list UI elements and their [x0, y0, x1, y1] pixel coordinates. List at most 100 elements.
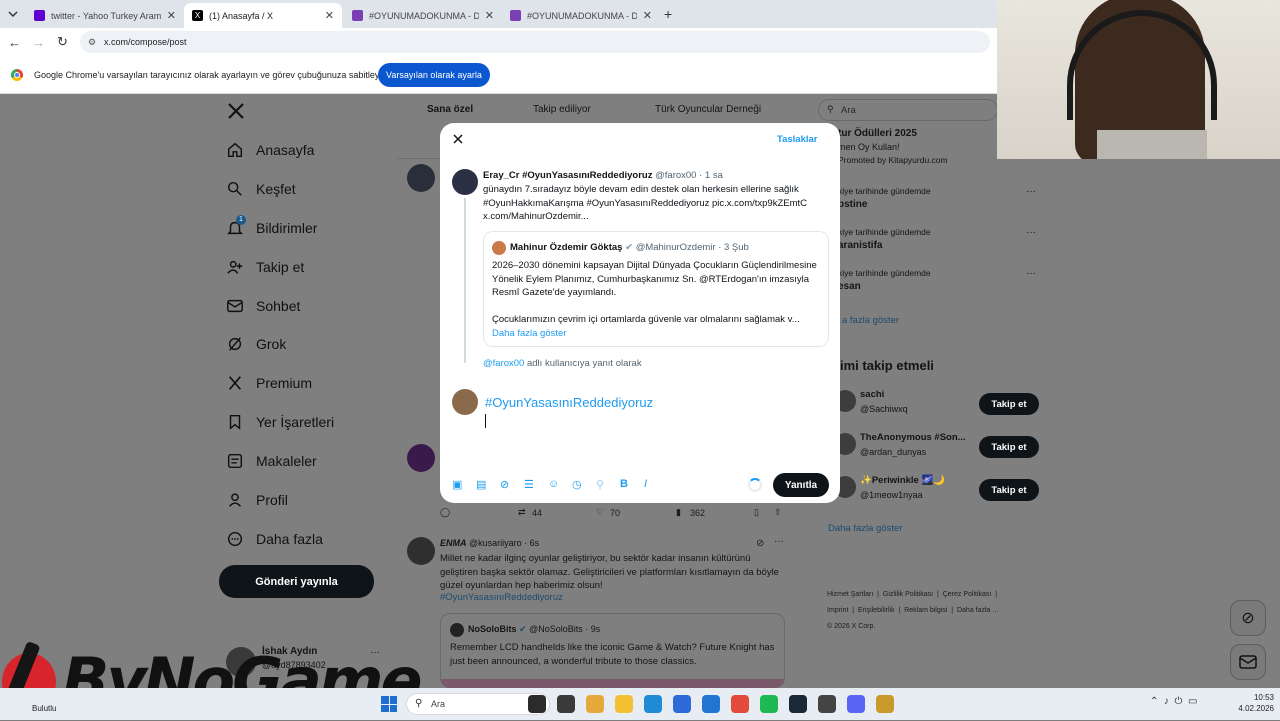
close-icon[interactable] — [452, 133, 464, 145]
sidebar-item-4[interactable]: Sohbet — [226, 292, 300, 320]
more-icon[interactable]: ··· — [1026, 227, 1036, 238]
x-logo-icon[interactable] — [226, 101, 246, 121]
more-icon — [226, 530, 244, 548]
close-tab-icon[interactable]: ✕ — [167, 9, 176, 22]
show-more-link[interactable]: Daha fazla göster — [492, 328, 566, 339]
follow-button[interactable]: Takip et — [979, 479, 1039, 501]
reply-button[interactable]: Yanıtla — [773, 473, 829, 497]
sidebar-item-3[interactable]: Takip et — [226, 253, 304, 281]
search-input[interactable]: ⚲ Ara — [818, 99, 998, 121]
post-button[interactable]: Gönderi yayınla — [219, 565, 374, 598]
tab-oyunumadokunma-2[interactable]: #OYUNUMADOKUNMA - Dijital Ödeme ✕ — [502, 3, 660, 28]
follow-suggestion[interactable]: TheAnonymous #Son... @ardan_dunyas Takip e… — [834, 432, 1044, 464]
bookmark-icon[interactable]: ▯ — [754, 507, 759, 518]
messages-float-button[interactable] — [1230, 644, 1266, 680]
tab-for-you[interactable]: Sana özel — [427, 104, 473, 115]
post-hashtag[interactable]: #OyunYasasınıReddediyoruz — [440, 592, 563, 603]
italic-icon[interactable]: I — [644, 478, 647, 490]
tab-yahoo[interactable]: twitter - Yahoo Turkey Arama Sonuçları ✕ — [26, 3, 184, 28]
sidebar-item-2[interactable]: Bildirimler 1 — [226, 214, 317, 242]
footer-link[interactable]: Gizlilik Politikası — [883, 591, 933, 598]
address-bar[interactable]: ⚙ x.com/compose/post — [80, 31, 990, 53]
follow-suggestion[interactable]: sachi @Sachiwxq Takip et — [834, 389, 1044, 421]
store-icon[interactable] — [673, 695, 691, 713]
trend-item[interactable]: tur Ödülleri 2025 men Oy Kullan! Promote… — [838, 128, 998, 165]
reload-icon[interactable]: ↻ — [57, 34, 68, 50]
footer-link[interactable]: Daha fazla ... — [957, 607, 998, 614]
edge-icon[interactable] — [644, 695, 662, 713]
sidebar-item-10[interactable]: Daha fazla — [226, 525, 323, 553]
sidebar-item-7[interactable]: Yer İşaretleri — [226, 408, 334, 436]
footer-link[interactable]: Çerez Politikası — [943, 591, 992, 598]
bold-icon[interactable]: B — [620, 478, 628, 490]
clock[interactable]: 10:53 4.02.2026 — [1228, 692, 1274, 714]
tab-search-button[interactable] — [6, 7, 20, 21]
chrome-icon[interactable] — [731, 695, 749, 713]
discord-icon[interactable] — [847, 695, 865, 713]
tab-following[interactable]: Takip ediliyor — [533, 104, 591, 115]
more-icon[interactable]: ··· — [774, 536, 784, 547]
gif-icon[interactable]: ▤ — [476, 478, 486, 491]
image-icon[interactable]: ▣ — [452, 478, 462, 491]
spotify-icon[interactable] — [760, 695, 778, 713]
grok-icon[interactable]: ⊘ — [500, 478, 509, 491]
footer-link[interactable]: Hizmet Şartları — [827, 591, 873, 598]
sidebar-item-6[interactable]: Premium — [226, 369, 312, 397]
more-icon[interactable]: ··· — [1026, 186, 1036, 197]
drafts-link[interactable]: Taslaklar — [777, 134, 818, 145]
reply-textbox[interactable]: #OyunYasasınıReddediyoruz — [485, 395, 653, 410]
trend-item[interactable]: kiye tarihinde gündemde pstine ··· — [838, 186, 1038, 210]
close-tab-icon[interactable]: ✕ — [325, 9, 334, 22]
steam-icon[interactable] — [789, 695, 807, 713]
tab-oyunumadokunma-1[interactable]: #OYUNUMADOKUNMA - Dijital Ödeme ✕ — [344, 3, 502, 28]
views-icon[interactable]: ▮ — [676, 507, 681, 518]
game-app-icon[interactable] — [528, 695, 546, 713]
app-icon[interactable] — [876, 695, 894, 713]
copilot-icon[interactable] — [586, 695, 604, 713]
show-more-link[interactable]: a fazla göster — [842, 315, 899, 326]
back-icon[interactable]: ← — [8, 35, 21, 50]
weather-widget[interactable]: Bulutlu — [32, 704, 56, 713]
start-button[interactable] — [381, 696, 397, 712]
grok-icon[interactable]: ⊘ — [756, 538, 764, 549]
share-icon[interactable]: ⇧ — [774, 507, 782, 518]
obs-icon[interactable] — [818, 695, 836, 713]
folder-icon[interactable] — [615, 695, 633, 713]
schedule-icon[interactable]: ◷ — [572, 478, 582, 491]
set-default-button[interactable]: Varsayılan olarak ayarla — [378, 63, 490, 87]
poll-icon[interactable]: ☰ — [524, 478, 534, 491]
follow-button[interactable]: Takip et — [979, 436, 1039, 458]
trend-item[interactable]: kiye tarihinde gündemde aranistifa ··· — [838, 227, 1038, 251]
reply-to-handle[interactable]: @farox00 — [483, 358, 524, 369]
sidebar-item-0[interactable]: Anasayfa — [226, 136, 314, 164]
show-more-follow-link[interactable]: Daha fazla göster — [828, 523, 902, 534]
like-icon[interactable]: ♡ — [596, 507, 604, 518]
system-tray[interactable]: ⌃ ♪ ⏻ ▭ — [1150, 696, 1197, 707]
quoted-post-card[interactable]: Mahinur Özdemir Göktaş ✔ @MahinurOzdemir… — [483, 231, 829, 347]
close-tab-icon[interactable]: ✕ — [643, 9, 652, 22]
sidebar-item-1[interactable]: Keşfet — [226, 175, 296, 203]
outlook-icon[interactable] — [702, 695, 720, 713]
reply-icon[interactable]: ◯ — [440, 507, 450, 518]
emoji-icon[interactable]: ☺ — [548, 478, 559, 490]
forward-icon[interactable]: → — [32, 35, 45, 50]
site-info-icon[interactable]: ⚙ — [88, 31, 96, 53]
grok-float-button[interactable]: ⊘ — [1230, 600, 1266, 636]
tab-community[interactable]: Türk Oyuncular Derneği — [655, 104, 761, 115]
retweet-icon[interactable]: ⇄ — [518, 507, 526, 518]
more-icon[interactable]: ··· — [1026, 268, 1036, 279]
footer-link[interactable]: Reklam bilgisi — [904, 607, 947, 614]
trend-item[interactable]: kiye tarihinde gündemde esan ··· — [838, 268, 1038, 292]
follow-suggestion[interactable]: ✨Periwinkle 🌌🌙 @1meow1nyaa Takip et — [834, 475, 1044, 507]
follow-button[interactable]: Takip et — [979, 393, 1039, 415]
quoted-post[interactable]: NoSoloBits ✔ @NoSoloBits · 9s Remember L… — [440, 613, 785, 688]
footer-link[interactable]: Imprint — [827, 607, 848, 614]
new-tab-button[interactable]: + — [664, 6, 672, 22]
sidebar-item-5[interactable]: Grok — [226, 330, 286, 358]
footer-link[interactable]: Erişilebilirlik — [858, 607, 895, 614]
tab-x-home[interactable]: X (1) Anasayfa / X ✕ — [184, 3, 342, 28]
sidebar-item-9[interactable]: Profil — [226, 486, 288, 514]
sidebar-item-8[interactable]: Makaleler — [226, 447, 317, 475]
close-tab-icon[interactable]: ✕ — [485, 9, 494, 22]
terminal-icon[interactable] — [557, 695, 575, 713]
